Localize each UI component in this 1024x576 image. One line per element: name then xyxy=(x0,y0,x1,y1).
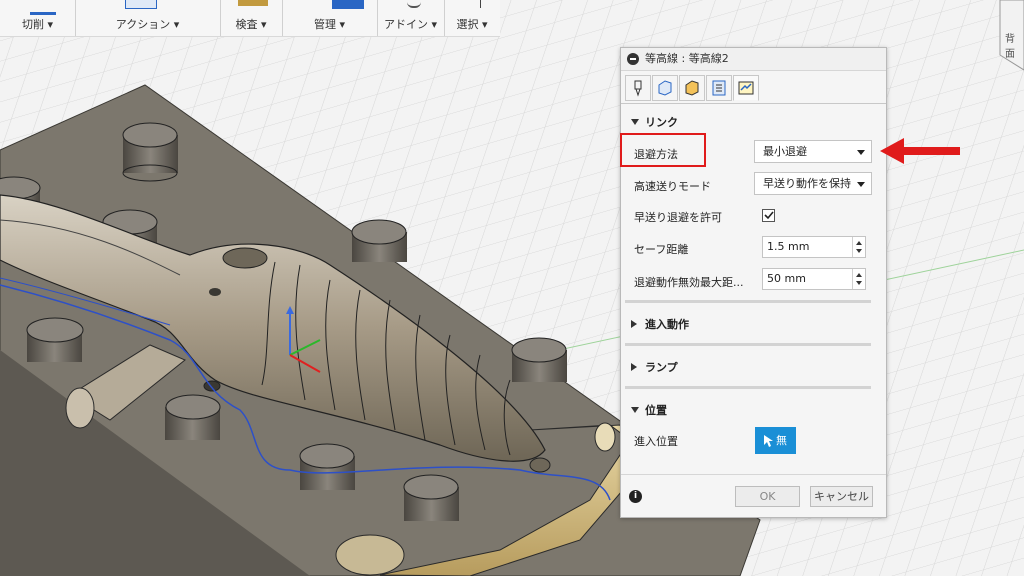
section-ramp-title: ランプ xyxy=(645,361,678,374)
section-linking[interactable]: リンク xyxy=(631,114,678,130)
entry-position-label: 進入位置 xyxy=(634,435,678,448)
toolbar-label-cutting: 切削 ▾ xyxy=(21,18,54,31)
actions-icon xyxy=(125,0,157,9)
max-stay-down-value: 50 mm xyxy=(767,272,806,285)
info-icon[interactable]: i xyxy=(629,490,642,503)
safe-distance-value: 1.5 mm xyxy=(767,240,810,253)
safe-distance-label: セーフ距離 xyxy=(634,243,689,256)
manage-icon xyxy=(332,0,364,9)
inspect-icon xyxy=(238,0,268,6)
section-ramp[interactable]: ランプ xyxy=(631,359,678,375)
cursor-icon xyxy=(480,0,487,8)
section-linking-title: リンク xyxy=(645,116,678,129)
retract-policy-value: 最小退避 xyxy=(763,145,807,158)
chevron-right-icon xyxy=(631,320,637,328)
section-lead[interactable]: 進入動作 xyxy=(631,316,689,332)
heights-icon xyxy=(685,80,699,96)
section-position[interactable]: 位置 xyxy=(631,402,667,418)
section-lead-title: 進入動作 xyxy=(645,318,689,331)
passes-tab[interactable] xyxy=(706,75,732,101)
tool-icon xyxy=(634,80,642,97)
contour-dialog: 等高線 : 等高線2 リンク 退避方法 最小退避 高速送りモード 早送り動作を保… xyxy=(620,47,887,518)
divider xyxy=(625,300,871,303)
rapid-mode-dropdown[interactable]: 早送り動作を保持 xyxy=(754,172,872,195)
retract-policy-dropdown[interactable]: 最小退避 xyxy=(754,140,872,163)
gear-icon xyxy=(407,0,421,8)
dialog-title: 等高線 : 等高線2 xyxy=(645,52,729,65)
chevron-down-icon xyxy=(857,182,865,187)
dialog-tabs xyxy=(621,71,886,104)
toolbar-label-inspect: 検査 ▾ xyxy=(235,18,267,31)
toolbar-group-actions[interactable]: アクション ▾ xyxy=(75,0,221,36)
toolbar-group-cutting[interactable]: 切削 ▾ xyxy=(0,0,76,36)
heights-tab[interactable] xyxy=(679,75,705,101)
cancel-button[interactable]: キャンセル xyxy=(810,486,873,507)
toolbar-label-addins: アドイン ▾ xyxy=(383,18,438,31)
toolbar-label-manage: 管理 ▾ xyxy=(313,18,346,31)
geometry-tab[interactable] xyxy=(652,75,678,101)
ok-button[interactable]: OK xyxy=(735,486,800,507)
toolbar-group-manage[interactable]: 管理 ▾ xyxy=(282,0,378,36)
geometry-icon xyxy=(658,80,672,96)
linking-tab[interactable] xyxy=(733,75,759,101)
checkmark-icon xyxy=(764,211,774,220)
chevron-down-icon xyxy=(631,119,639,125)
toolbar-group-addins[interactable]: アドイン ▾ xyxy=(377,0,445,36)
entry-position-value: 無 xyxy=(776,434,787,447)
entry-position-select-button[interactable]: 無 xyxy=(755,427,796,454)
annotation-highlight-box xyxy=(620,133,706,167)
toolbar-group-select[interactable]: 選択 ▾ xyxy=(444,0,500,36)
chevron-right-icon xyxy=(631,363,637,371)
max-stay-down-label: 退避動作無効最大距... xyxy=(634,276,744,289)
view-cube-face[interactable]: 背面 xyxy=(1005,30,1024,60)
tool-tab[interactable] xyxy=(625,75,651,101)
chevron-down-icon xyxy=(631,407,639,413)
linking-icon xyxy=(738,81,754,95)
annotation-arrow xyxy=(880,138,960,164)
divider xyxy=(625,386,871,389)
max-stay-down-input[interactable]: 50 mm xyxy=(762,268,866,290)
rapid-mode-value: 早送り動作を保持 xyxy=(763,177,851,190)
safe-distance-input[interactable]: 1.5 mm xyxy=(762,236,866,258)
dialog-title-bar[interactable]: 等高線 : 等高線2 xyxy=(621,48,886,71)
section-position-title: 位置 xyxy=(645,404,667,417)
toolbar-label-select: 選択 ▾ xyxy=(456,18,488,31)
chevron-down-icon xyxy=(857,150,865,155)
spinner-icon[interactable] xyxy=(852,269,865,289)
allow-rapid-retract-label: 早送り退避を許可 xyxy=(634,211,722,224)
cutting-icon xyxy=(30,0,56,15)
allow-rapid-retract-checkbox[interactable] xyxy=(762,209,775,222)
passes-icon xyxy=(712,80,726,96)
spinner-icon[interactable] xyxy=(852,237,865,257)
cursor-icon xyxy=(764,435,773,447)
ribbon-toolbar: 切削 ▾ アクション ▾ 検査 ▾ 管理 ▾ アドイン ▾ 選択 ▾ xyxy=(0,0,500,37)
toolbar-group-inspect[interactable]: 検査 ▾ xyxy=(220,0,283,36)
toolbar-label-actions: アクション ▾ xyxy=(115,18,180,31)
rapid-mode-label: 高速送りモード xyxy=(634,180,711,193)
divider xyxy=(621,474,886,475)
collapse-icon[interactable] xyxy=(627,53,639,65)
divider xyxy=(625,343,871,346)
